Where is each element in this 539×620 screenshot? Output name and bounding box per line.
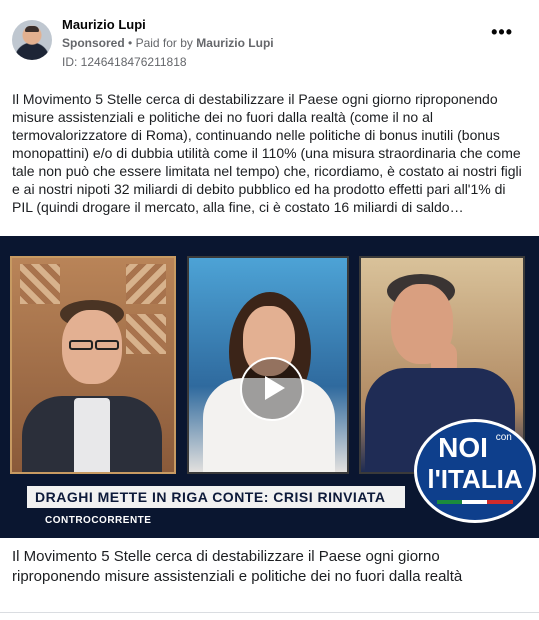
logo-line-1: NOI con bbox=[417, 432, 533, 464]
sponsored-label: Sponsored bbox=[62, 36, 125, 50]
avatar-hair bbox=[25, 26, 39, 32]
video-thumbnail[interactable]: DRAGHI METTE IN RIGA CONTE: CRISI RINVIA… bbox=[0, 236, 539, 538]
logo-line-2: l'ITALIA bbox=[427, 464, 523, 494]
wall-decoration bbox=[20, 264, 60, 304]
wall-decoration bbox=[126, 264, 166, 304]
video-panel-left bbox=[10, 256, 176, 474]
more-options-icon[interactable]: ••• bbox=[491, 23, 513, 41]
page-name[interactable]: Maurizio Lupi bbox=[62, 17, 146, 32]
post-body-text: Il Movimento 5 Stelle cerca di destabili… bbox=[12, 91, 522, 215]
card-divider bbox=[0, 612, 539, 613]
play-icon[interactable] bbox=[240, 357, 304, 421]
post-header: Maurizio Lupi Sponsored • Paid for by Ma… bbox=[12, 12, 527, 72]
italian-flag-stripe bbox=[437, 500, 513, 504]
wall-decoration bbox=[126, 314, 166, 354]
logo-con: con bbox=[495, 432, 512, 443]
noi-con-litalia-logo: NOI con l'ITALIA bbox=[414, 419, 536, 523]
page-avatar[interactable] bbox=[12, 20, 52, 60]
ad-card: Maurizio Lupi Sponsored • Paid for by Ma… bbox=[0, 0, 539, 620]
ad-id: ID: 1246418476211818 bbox=[62, 55, 187, 69]
logo-noi: NOI bbox=[438, 432, 488, 463]
sponsored-meta: Sponsored • Paid for by Maurizio Lupi bbox=[62, 36, 274, 50]
channel-name: CONTROCORRENTE bbox=[45, 515, 152, 526]
paid-for-label: Paid for by bbox=[135, 36, 193, 50]
meta-separator: • bbox=[128, 36, 133, 50]
news-banner: DRAGHI METTE IN RIGA CONTE: CRISI RINVIA… bbox=[27, 486, 405, 508]
video-caption: Il Movimento 5 Stelle cerca di destabili… bbox=[12, 548, 463, 585]
paid-for-name: Maurizio Lupi bbox=[196, 36, 274, 50]
